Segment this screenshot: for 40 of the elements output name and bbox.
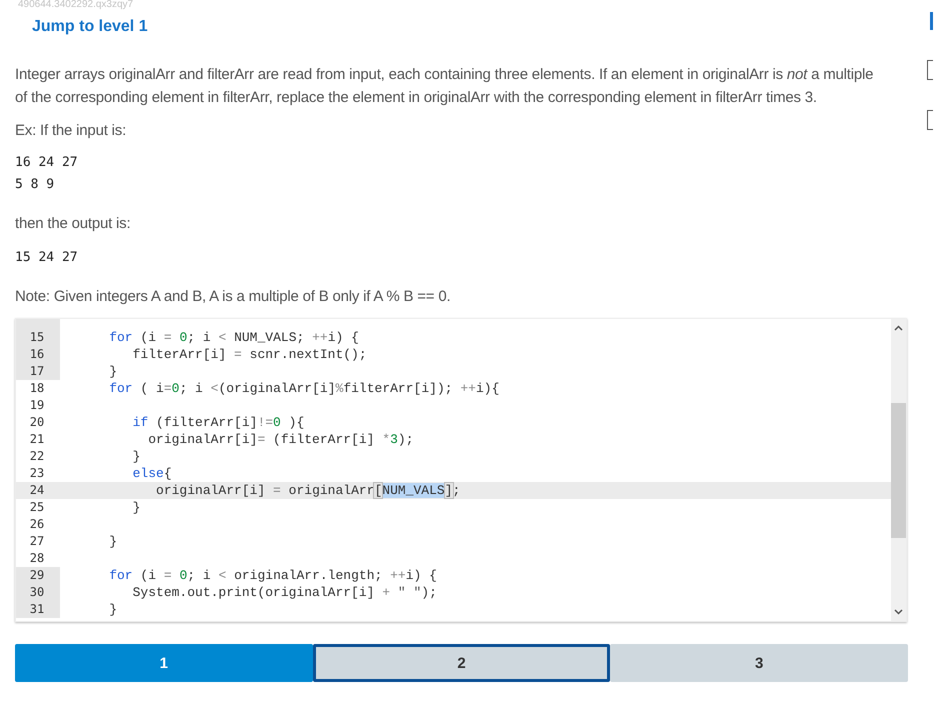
scrollbar[interactable] <box>891 319 906 621</box>
code-line: for ( i=0; i <(originalArr[i]%filterArr[i]); ++i){ <box>108 380 500 397</box>
code-line: } <box>108 601 118 618</box>
code-line: } <box>108 363 118 380</box>
level-button[interactable]: 3 <box>610 644 908 682</box>
note: Note: Given integers A and B, A is a multiple of B only if A % B == 0. <box>15 287 452 307</box>
line-number: 31 <box>16 601 60 618</box>
example-input-line: 16 24 27 <box>15 154 79 172</box>
side-bracket <box>927 60 933 80</box>
description: Integer arrays originalArr and filterArr are read from input, each containing three elements. If an element in originalArr is not a multiple of the corresponding element in filterArr, replace the element in originalArr with the corresponding element in filterArr times 3. <box>15 65 874 108</box>
code-line: } <box>132 448 140 465</box>
example-output-line: 15 24 27 <box>15 249 79 267</box>
jump-link[interactable]: Jump to level 1 <box>32 18 148 36</box>
code-line: else{ <box>132 465 172 482</box>
code-line: for (i = 0; i < originalArr.length; ++i) { <box>108 567 437 584</box>
scroll-down-icon[interactable] <box>894 609 903 615</box>
side-marker <box>930 12 933 30</box>
scrollbar-thumb[interactable] <box>891 403 906 538</box>
line-number: 29 <box>16 567 60 584</box>
code-line: if (filterArr[i]!=0 ){ <box>132 414 304 431</box>
level-button[interactable]: 2 <box>312 644 610 682</box>
code-line: filterArr[i] = scnr.nextInt(); <box>132 346 367 363</box>
output-intro: then the output is: <box>15 214 132 234</box>
gutter-strip <box>16 319 60 329</box>
code-line: originalArr[i]= (filterArr[i] *3); <box>147 431 414 448</box>
page-id: 490644.3402292.qx3zqy7 <box>18 0 134 10</box>
code-line: } <box>132 499 140 516</box>
line-number: 17 <box>16 363 60 380</box>
code-line: System.out.print(originalArr[i] + " "); <box>132 584 437 601</box>
example-intro: Ex: If the input is: <box>15 121 128 141</box>
line-number: 30 <box>16 584 60 601</box>
level-button[interactable]: 1 <box>15 644 313 682</box>
code-line: for (i = 0; i < NUM_VALS; ++i) { <box>108 329 359 346</box>
line-number: 16 <box>16 346 60 363</box>
example-input-line: 5 8 9 <box>15 176 56 194</box>
code-line: } <box>108 533 118 550</box>
scroll-up-icon[interactable] <box>894 325 903 331</box>
side-bracket <box>927 110 933 130</box>
line-number: 15 <box>16 329 60 346</box>
code-line: originalArr[i] = originalArr[NUM_VALS]; <box>155 482 460 499</box>
